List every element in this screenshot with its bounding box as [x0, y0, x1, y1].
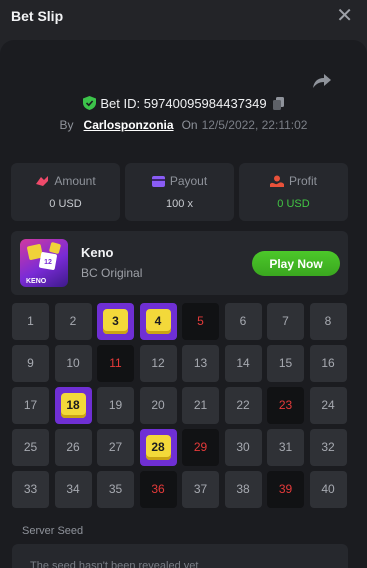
profit-value: 0 USD: [277, 198, 310, 210]
keno-cell-drawn: 39: [267, 471, 304, 508]
keno-cell-hit: 3: [97, 303, 134, 340]
keno-cell: 37: [182, 471, 219, 508]
keno-cell: 31: [267, 429, 304, 466]
server-seed-text: The seed hasn't been revealed yet: [30, 560, 199, 568]
keno-cell-drawn: 11: [97, 345, 134, 382]
keno-cell: 17: [12, 387, 49, 424]
keno-cell: 33: [12, 471, 49, 508]
keno-cell: 7: [267, 303, 304, 340]
bet-meta-row: By Carlosponzonia On 12/5/2022, 22:11:02: [0, 118, 367, 134]
keno-cell-hit: 4: [139, 303, 177, 340]
keno-cell: 30: [224, 429, 262, 466]
keno-cell: 6: [224, 303, 262, 340]
server-seed-box: The seed hasn't been revealed yet: [12, 544, 348, 568]
payout-label: Payout: [169, 174, 208, 188]
keno-cell: 24: [309, 387, 347, 424]
shield-check-icon: [83, 96, 97, 110]
keno-thumbnail: 12 KENO: [20, 239, 68, 287]
payout-value: 100 x: [166, 198, 193, 210]
keno-cell: 22: [224, 387, 262, 424]
share-icon[interactable]: [312, 72, 332, 90]
keno-cell: 34: [54, 471, 92, 508]
keno-cell: 14: [224, 345, 262, 382]
keno-cell: 15: [267, 345, 304, 382]
keno-cell: 40: [309, 471, 347, 508]
keno-cell-drawn: 5: [182, 303, 219, 340]
keno-cell: 21: [182, 387, 219, 424]
profit-label: Profit: [288, 174, 317, 188]
wallet-icon: [151, 176, 165, 187]
bet-slip-header: Bet Slip ✕: [0, 0, 367, 36]
keno-cell-drawn: 23: [267, 387, 304, 424]
amount-icon: [36, 176, 49, 186]
keno-hit-number: 4: [145, 309, 171, 334]
keno-cell: 1: [12, 303, 49, 340]
amount-label: Amount: [54, 174, 96, 188]
profit-stat: Profit 0 USD: [239, 163, 348, 221]
svg-text:12: 12: [44, 259, 52, 266]
page-title: Bet Slip: [11, 8, 64, 24]
keno-cell: 16: [309, 345, 347, 382]
bet-datetime: 12/5/2022, 22:11:02: [201, 118, 308, 132]
keno-cell: 19: [97, 387, 134, 424]
keno-cell: 27: [97, 429, 134, 466]
keno-hit-number: 18: [60, 393, 86, 418]
game-name: Keno: [81, 245, 114, 260]
keno-cell: 9: [12, 345, 49, 382]
keno-cell: 12: [139, 345, 177, 382]
username-link[interactable]: Carlosponzonia: [84, 118, 174, 132]
game-card: 12 KENO Keno BC Original Play Now: [11, 231, 348, 295]
keno-cell-drawn: 36: [139, 471, 177, 508]
keno-cell-hit: 28: [139, 429, 177, 466]
by-label: By: [59, 118, 74, 132]
amount-value: 0 USD: [49, 198, 82, 210]
server-seed-label: Server Seed: [22, 525, 84, 537]
game-subtitle: BC Original: [81, 266, 143, 280]
keno-cell: 25: [12, 429, 49, 466]
close-icon[interactable]: ✕: [336, 6, 353, 26]
bet-id-row: Bet ID: 59740095984437349: [0, 96, 367, 114]
keno-cell: 32: [309, 429, 347, 466]
on-label: On: [181, 118, 198, 132]
thumb-caption: KENO: [26, 278, 47, 285]
keno-cell: 35: [97, 471, 134, 508]
keno-hit-number: 3: [103, 309, 128, 334]
play-now-button[interactable]: Play Now: [252, 251, 340, 276]
keno-cell: 26: [54, 429, 92, 466]
amount-stat: Amount 0 USD: [11, 163, 120, 221]
keno-cell-drawn: 29: [182, 429, 219, 466]
keno-cell: 2: [54, 303, 92, 340]
bet-id: Bet ID: 59740095984437349: [100, 96, 267, 111]
keno-cell: 10: [54, 345, 92, 382]
keno-hit-number: 28: [145, 435, 171, 460]
keno-cell: 20: [139, 387, 177, 424]
keno-cell: 13: [182, 345, 219, 382]
keno-cell: 38: [224, 471, 262, 508]
keno-dice-icon: 12 KENO: [26, 242, 61, 285]
profit-icon: [269, 175, 284, 187]
copy-icon[interactable]: [272, 97, 284, 110]
keno-cell: 8: [309, 303, 347, 340]
payout-stat: Payout 100 x: [125, 163, 234, 221]
keno-cell-hit: 18: [54, 387, 92, 424]
